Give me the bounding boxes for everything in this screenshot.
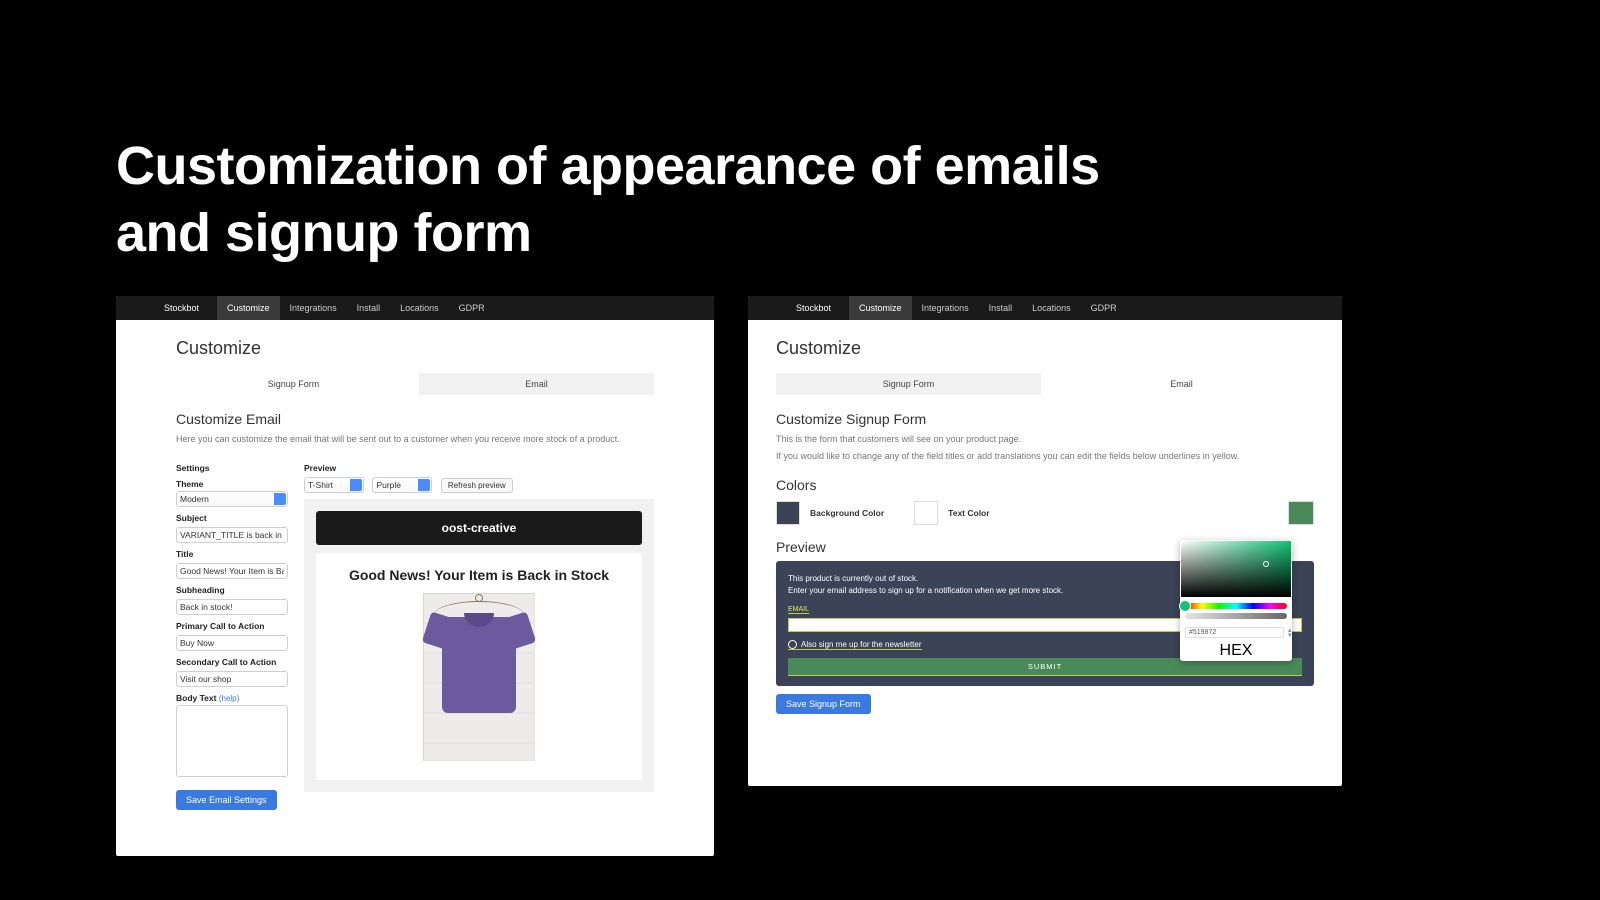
body-text-area[interactable] <box>176 705 288 777</box>
save-signup-button[interactable]: Save Signup Form <box>776 694 871 714</box>
nav-install[interactable]: Install <box>347 296 391 320</box>
nav-install[interactable]: Install <box>979 296 1023 320</box>
color-sv-handle[interactable] <box>1263 561 1269 567</box>
theme-label: Theme <box>176 479 288 489</box>
refresh-preview-button[interactable]: Refresh preview <box>441 478 513 493</box>
nav-integrations[interactable]: Integrations <box>280 296 347 320</box>
email-field-label[interactable]: EMAIL <box>788 606 809 614</box>
hanger-icon <box>424 594 534 715</box>
subheading-label: Subheading <box>176 585 288 595</box>
save-email-button[interactable]: Save Email Settings <box>176 790 277 810</box>
page-title: Customize <box>176 338 654 359</box>
email-brand-header: oost-creative <box>316 511 642 545</box>
colors-heading: Colors <box>776 477 1314 493</box>
email-preview: oost-creative Good News! Your Item is Ba… <box>304 499 654 792</box>
email-title: Good News! Your Item is Back in Stock <box>330 567 628 583</box>
description-line1: This is the form that customers will see… <box>776 433 1314 447</box>
slide-heading-line2: and signup form <box>116 202 531 264</box>
slide-heading-line1: Customization of appearance of emails <box>116 135 1100 197</box>
nav-brand[interactable]: Stockbot <box>164 303 199 313</box>
page-title: Customize <box>776 338 1314 359</box>
description-line2: If you would like to change any of the f… <box>776 450 1314 464</box>
tabbar: Signup Form Email <box>176 373 654 395</box>
nav-brand[interactable]: Stockbot <box>796 303 831 313</box>
tab-email[interactable]: Email <box>419 373 654 395</box>
primary-cta-input[interactable] <box>176 635 288 651</box>
subheading-input[interactable] <box>176 599 288 615</box>
subject-input[interactable] <box>176 527 288 543</box>
preview-product-select[interactable]: T-Shirt <box>304 477 364 493</box>
tshirt-illustration <box>424 605 534 715</box>
body-help-link[interactable]: (help) <box>219 694 239 703</box>
color-hue-slider[interactable] <box>1185 603 1287 609</box>
color-alpha-slider[interactable] <box>1185 613 1287 619</box>
tab-signup-form[interactable]: Signup Form <box>776 373 1041 395</box>
color-saturation-area[interactable] <box>1181 541 1291 597</box>
secondary-cta-label: Secondary Call to Action <box>176 657 288 667</box>
section-heading: Customize Email <box>176 411 654 427</box>
settings-header: Settings <box>176 463 288 473</box>
color-hex-input[interactable] <box>1185 627 1284 638</box>
tab-signup-form[interactable]: Signup Form <box>176 373 411 395</box>
primary-cta-label: Primary Call to Action <box>176 621 288 631</box>
section-description: Here you can customize the email that wi… <box>176 433 654 447</box>
bg-color-swatch[interactable] <box>776 501 800 525</box>
hex-stepper-icon[interactable]: ▴▾ <box>1288 628 1292 638</box>
nav-customize[interactable]: Customize <box>217 296 280 320</box>
color-hue-knob[interactable] <box>1179 600 1191 612</box>
text-color-swatch[interactable] <box>914 501 938 525</box>
navbar: Stockbot Customize Integrations Install … <box>748 296 1342 320</box>
theme-select[interactable]: Modern <box>176 491 288 507</box>
text-color-label: Text Color <box>948 508 989 518</box>
nav-locations[interactable]: Locations <box>1022 296 1081 320</box>
screenshot-signup-customize: Stockbot Customize Integrations Install … <box>748 296 1342 786</box>
title-label: Title <box>176 549 288 559</box>
tab-email[interactable]: Email <box>1049 373 1314 395</box>
nav-gdpr[interactable]: GDPR <box>449 296 495 320</box>
nav-locations[interactable]: Locations <box>390 296 449 320</box>
title-input[interactable] <box>176 563 288 579</box>
color-picker[interactable]: ▴▾ HEX <box>1180 540 1292 661</box>
subject-label: Subject <box>176 513 288 523</box>
nav-customize[interactable]: Customize <box>849 296 912 320</box>
nav-gdpr[interactable]: GDPR <box>1081 296 1127 320</box>
accent-color-swatch[interactable] <box>1288 501 1314 525</box>
preview-variant-select[interactable]: Purple <box>372 477 432 493</box>
navbar: Stockbot Customize Integrations Install … <box>116 296 714 320</box>
preview-header: Preview <box>304 463 654 473</box>
nav-integrations[interactable]: Integrations <box>912 296 979 320</box>
hex-label: HEX <box>1220 642 1253 659</box>
bg-color-label: Background Color <box>810 508 884 518</box>
secondary-cta-input[interactable] <box>176 671 288 687</box>
body-text-label: Body Text (help) <box>176 693 288 703</box>
product-image <box>423 593 535 761</box>
newsletter-checkbox[interactable]: Also sign me up for the newsletter <box>788 640 922 650</box>
screenshot-email-customize: Stockbot Customize Integrations Install … <box>116 296 714 856</box>
tabbar: Signup Form Email <box>776 373 1314 395</box>
section-heading: Customize Signup Form <box>776 411 1314 427</box>
